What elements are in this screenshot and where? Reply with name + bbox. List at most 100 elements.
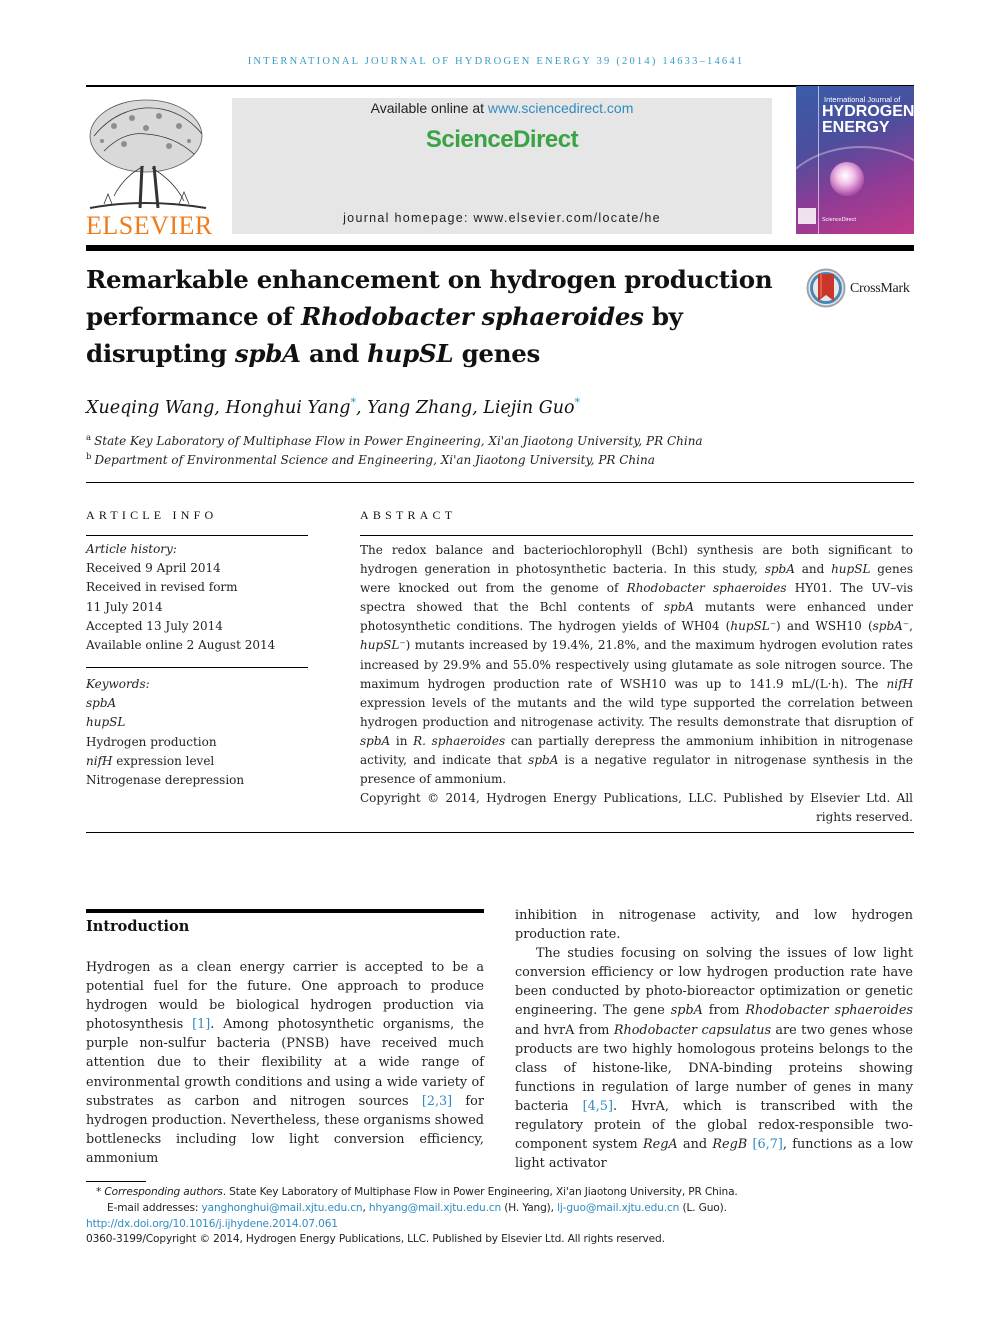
citation-link[interactable]: [6,7] xyxy=(753,1137,783,1152)
footnote-text: . State Key Laboratory of Multiphase Flo… xyxy=(222,1186,738,1198)
sciencedirect-link[interactable]: www.sciencedirect.com xyxy=(488,100,634,116)
title-text: by xyxy=(643,302,683,331)
italic-term: RegA xyxy=(642,1137,678,1153)
email-link[interactable]: hhyang@mail.xjtu.edu.cn xyxy=(369,1202,501,1214)
body-paragraph: The studies focusing on solving the issu… xyxy=(515,944,913,1173)
footnote-mark: * xyxy=(96,1186,102,1198)
history-item: 11 July 2014 xyxy=(86,599,163,614)
issn-copyright: 0360-3199/Copyright © 2014, Hydrogen Ene… xyxy=(86,1233,665,1246)
italic-term: spbA xyxy=(670,1003,703,1019)
title-species: Rhodobacter sphaeroides xyxy=(300,302,644,331)
text-run: in xyxy=(390,733,414,748)
email-link[interactable]: yanghonghui@mail.xjtu.edu.cn xyxy=(201,1202,362,1214)
italic-term: nifH xyxy=(886,676,913,691)
text-run: ) and WSH10 ( xyxy=(776,619,873,634)
italic-term: hupSL⁻ xyxy=(730,619,777,634)
crossmark-icon[interactable] xyxy=(806,268,846,308)
author-separator: , xyxy=(472,397,484,418)
cover-footer: ScienceDirect xyxy=(822,217,856,223)
journal-homepage[interactable]: journal homepage: www.elsevier.com/locat… xyxy=(232,211,772,225)
title-gene: spbA xyxy=(234,339,301,368)
keyword-text: nifH xyxy=(86,753,113,768)
title-gene: hupSL xyxy=(367,339,454,368)
doi-link[interactable]: http://dx.doi.org/10.1016/j.ijhydene.201… xyxy=(86,1217,916,1233)
cover-title-line3: ENERGY xyxy=(822,119,890,136)
title-line-1: Remarkable enhancement on hydrogen produ… xyxy=(86,265,773,294)
author-list: Xueqing Wang, Honghui Yang *, Yang Zhang,… xyxy=(86,396,580,418)
footnotes: * Corresponding authors. State Key Labor… xyxy=(86,1185,916,1248)
email-link[interactable]: lj-guo@mail.xjtu.edu.cn xyxy=(557,1202,679,1214)
keyword-text: spbA xyxy=(86,696,117,711)
body-column-left: Hydrogen as a clean energy carrier is ac… xyxy=(86,958,484,1168)
italic-term: spbA⁻ xyxy=(872,619,910,634)
body-column-right: inhibition in nitrogenase activity, and … xyxy=(515,906,913,1173)
citation-link[interactable]: [4,5] xyxy=(583,1099,613,1114)
elsevier-wordmark: ELSEVIER xyxy=(86,211,213,240)
title-line-2: performance of Rhodobacter sphaeroides b… xyxy=(86,298,786,335)
article-title: Remarkable enhancement on hydrogen produ… xyxy=(86,261,786,372)
available-online-prefix: Available online at xyxy=(370,100,488,116)
text-run: and hvrA from xyxy=(515,1022,614,1038)
author-separator: , xyxy=(214,397,226,418)
keyword[interactable]: Nitrogenase derepression xyxy=(86,771,308,790)
crossmark-label[interactable]: CrossMark xyxy=(850,281,910,297)
section-rule xyxy=(86,909,484,913)
divider xyxy=(86,667,308,668)
history-item: Accepted 13 July 2014 xyxy=(86,618,223,633)
introduction-heading: Introduction xyxy=(86,918,190,935)
running-head: INTERNATIONAL JOURNAL OF HYDROGEN ENERGY… xyxy=(247,56,745,67)
corresponding-author-note: * Corresponding authors. State Key Labor… xyxy=(86,1185,916,1201)
affiliation-mark: b xyxy=(86,452,92,462)
italic-term: Rhodobacter sphaeroides xyxy=(626,581,787,596)
keyword[interactable]: Hydrogen production xyxy=(86,733,308,752)
article-history-label: Article history: xyxy=(86,542,177,556)
affiliation-text: State Key Laboratory of Multiphase Flow … xyxy=(94,434,703,448)
citation-link[interactable]: [2,3] xyxy=(422,1094,452,1109)
affiliation: a State Key Laboratory of Multiphase Flow… xyxy=(86,433,703,448)
abstract-heading: ABSTRACT xyxy=(360,508,457,522)
cover-orb xyxy=(830,162,864,196)
footnote-rule xyxy=(86,1181,146,1182)
abstract-body: The redox balance and bacteriochlorophyl… xyxy=(360,541,913,827)
history-item: Available online 2 August 2014 xyxy=(86,638,276,653)
email-label: E-mail addresses: xyxy=(107,1201,202,1214)
author-name[interactable]: Liejin Guo xyxy=(483,398,574,418)
text-run: , xyxy=(909,619,913,634)
keyword-text: expression level xyxy=(112,753,215,768)
title-line-3: disrupting spbA and hupSL genes xyxy=(86,335,786,372)
history-item: Received 9 April 2014 xyxy=(86,561,221,576)
keywords: Keywords: spbA hupSL Hydrogen production… xyxy=(86,675,308,790)
article-info-heading: ARTICLE INFO xyxy=(86,508,218,522)
divider xyxy=(360,535,913,536)
affiliation-mark: a xyxy=(86,433,92,443)
body-paragraph: inhibition in nitrogenase activity, and … xyxy=(515,908,913,943)
text-run: (H. Yang), xyxy=(501,1201,558,1214)
italic-term: spbA xyxy=(764,562,795,577)
title-text: and xyxy=(300,339,368,368)
text-run: ) mutants increased by 19.4%, 21.8%, and… xyxy=(360,638,913,691)
keywords-label: Keywords: xyxy=(86,677,150,691)
italic-term: Rhodobacter sphaeroides xyxy=(745,1003,913,1019)
divider xyxy=(86,832,914,833)
divider xyxy=(86,482,914,483)
keyword[interactable]: hupSL xyxy=(86,713,308,732)
keyword[interactable]: spbA xyxy=(86,694,308,713)
abstract-copyright: Copyright © 2014, Hydrogen Energy Public… xyxy=(360,791,913,825)
author-name[interactable]: Honghui Yang xyxy=(225,398,350,418)
keyword[interactable]: nifH expression level xyxy=(86,752,308,771)
header-rule xyxy=(86,245,914,251)
abstract-text: The redox balance and bacteriochlorophyl… xyxy=(360,541,913,789)
italic-term: spbA xyxy=(663,600,695,615)
citation-link[interactable]: [1] xyxy=(192,1017,210,1032)
title-text: performance of xyxy=(86,302,301,331)
keyword-text: hupSL xyxy=(86,715,126,730)
author-name[interactable]: Yang Zhang xyxy=(367,398,472,418)
footnote-label: Corresponding authors xyxy=(104,1186,223,1198)
author-name[interactable]: Xueqing Wang xyxy=(86,398,214,418)
cover-badge xyxy=(798,208,816,224)
doi-text[interactable]: http://dx.doi.org/10.1016/j.ijhydene.201… xyxy=(86,1218,338,1230)
text-run: (L. Guo). xyxy=(679,1201,727,1214)
cover-title-main: HYDROGEN ENERGY xyxy=(822,104,914,136)
italic-term: spbA xyxy=(360,733,391,748)
corresponding-author-mark[interactable]: * xyxy=(575,396,581,409)
